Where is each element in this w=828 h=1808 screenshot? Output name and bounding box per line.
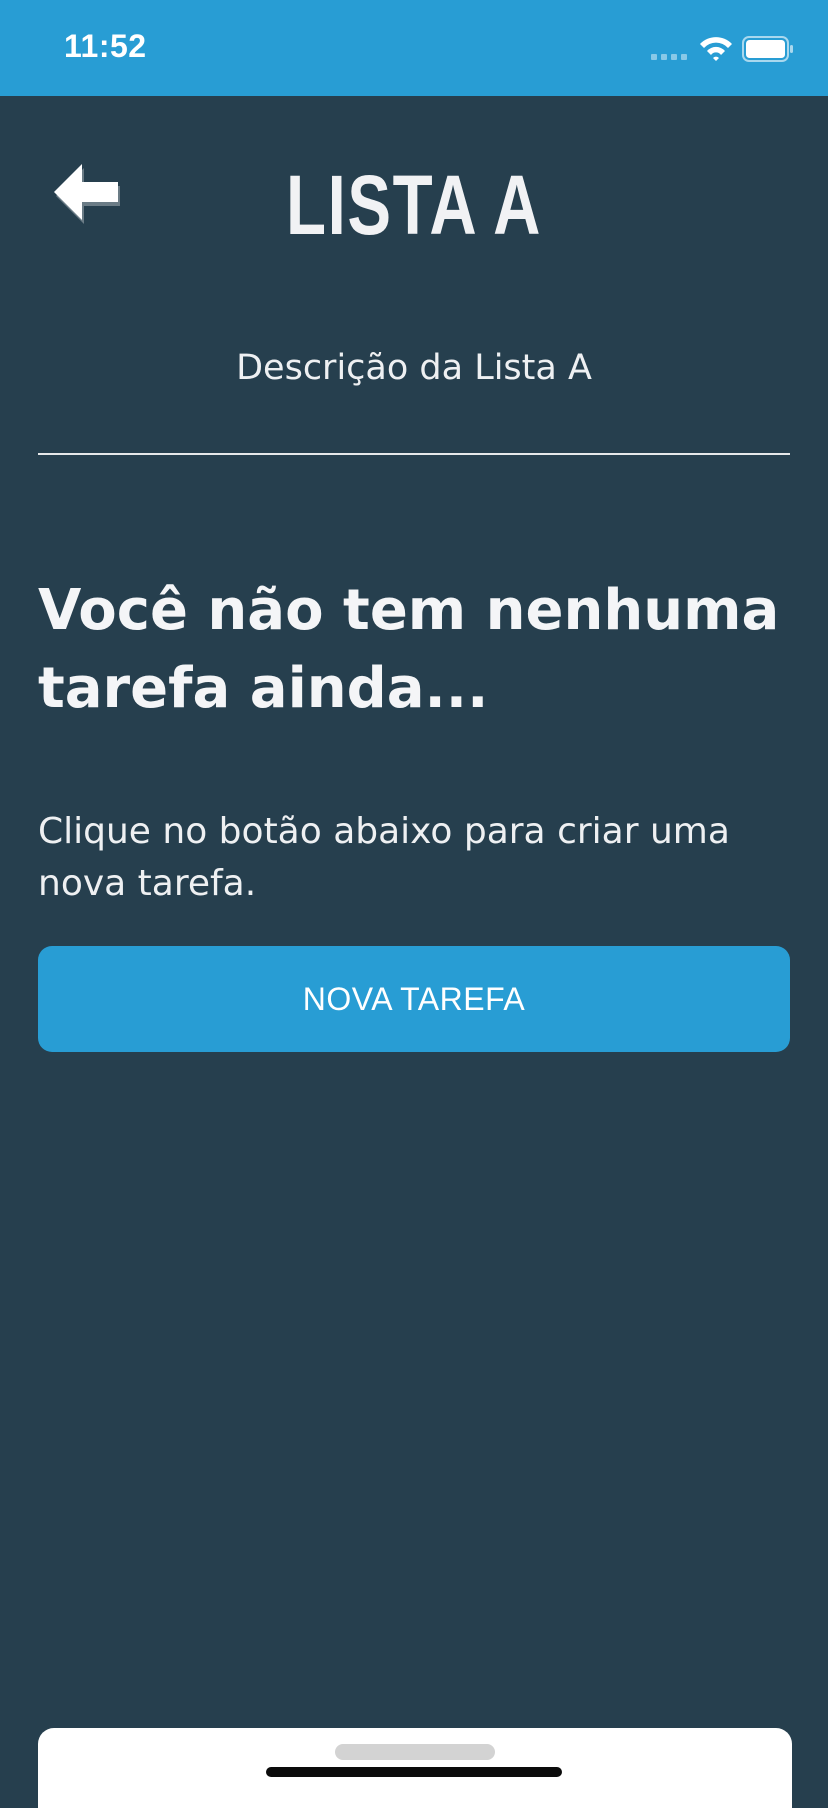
empty-state-heading: Você não tem nenhuma tarefa ainda... [38, 578, 780, 721]
status-bar: 11:52 [0, 0, 828, 96]
sheet-drag-handle[interactable] [335, 1744, 495, 1760]
new-task-button[interactable]: NOVA TAREFA [38, 946, 790, 1052]
empty-state-message: Clique no botão abaixo para criar uma no… [38, 811, 730, 904]
home-indicator[interactable] [266, 1767, 562, 1777]
list-description: Descrição da Lista A [236, 348, 592, 388]
wifi-icon [700, 37, 732, 61]
status-time: 11:52 [64, 28, 147, 64]
signal-strength-icon [651, 54, 687, 60]
battery-icon [742, 36, 793, 62]
page-title: LISTA A [286, 158, 542, 252]
divider [38, 453, 790, 455]
